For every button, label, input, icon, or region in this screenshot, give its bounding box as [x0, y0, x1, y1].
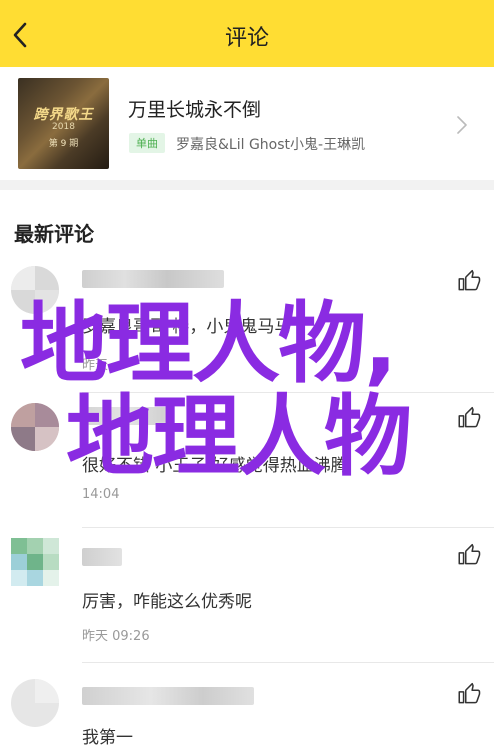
thumbs-up-icon[interactable]: [456, 681, 482, 707]
comment-item: 很好不错 小王子 好感觉得热血沸腾 14:04: [0, 393, 494, 528]
section-title: 最新评论: [14, 222, 94, 246]
avatar[interactable]: [11, 403, 59, 451]
cover-title: 跨界歌王: [33, 107, 94, 123]
thumbs-up-icon[interactable]: [456, 405, 482, 431]
comment-item: 厉害，咋能这么优秀呢 昨天 09:26: [0, 528, 494, 663]
thumbs-up-icon[interactable]: [456, 542, 482, 568]
comment-time: 昨天 ...: [82, 358, 125, 373]
comment-item: 罗嘉良哥哥 棒，小鬼鬼马马 昨天 ...: [0, 258, 494, 393]
avatar[interactable]: [11, 266, 59, 314]
comment-text: 厉害，咋能这么优秀呢: [82, 592, 252, 612]
cover-episode: 第 9 期: [48, 139, 79, 149]
cover-year: 2018: [52, 122, 75, 132]
comments-screen: 评论 跨界歌王 2018 第 9 期 万里长城永不倒 单曲 罗嘉良&Lil Gh…: [0, 0, 494, 755]
thumbs-up-icon[interactable]: [456, 268, 482, 294]
comment-text: 很好不错 小王子 好感觉得热血沸腾: [82, 456, 348, 476]
chevron-right-icon: [457, 116, 467, 134]
comment-time: 14:04: [82, 487, 120, 502]
page-title: 评论: [224, 26, 269, 51]
username[interactable]: [82, 687, 254, 705]
song-artist: 罗嘉良&Lil Ghost小鬼-王琳凯: [176, 137, 366, 153]
comment-time: 昨天 09:26: [82, 629, 150, 644]
comment-text: 罗嘉良哥哥 棒，小鬼鬼马马: [82, 317, 292, 337]
song-title: 万里长城永不倒: [128, 99, 262, 121]
album-cover: 跨界歌王 2018 第 9 期: [18, 78, 109, 169]
avatar[interactable]: [11, 679, 59, 727]
single-badge: 单曲: [129, 133, 165, 153]
comment-text: 我第一: [82, 728, 133, 748]
username[interactable]: [82, 407, 174, 425]
comment-item: 我第一: [0, 663, 494, 755]
header-bar: 评论: [0, 0, 494, 67]
username[interactable]: [82, 548, 122, 566]
song-card[interactable]: 跨界歌王 2018 第 9 期 万里长城永不倒 单曲 罗嘉良&Lil Ghost…: [0, 67, 494, 190]
avatar[interactable]: [11, 538, 59, 586]
username[interactable]: [82, 270, 224, 288]
